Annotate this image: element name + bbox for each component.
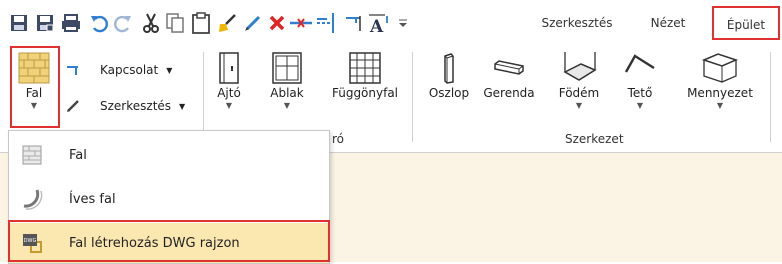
pencil-icon [67, 100, 79, 112]
szerkesztes-label: Szerkesztés [100, 99, 172, 113]
customize-qat-icon[interactable] [396, 8, 410, 38]
copy-icon[interactable] [162, 8, 188, 38]
quick-access-toolbar: A Szerkesztés Nézet Épület [0, 0, 782, 47]
separator [770, 52, 771, 142]
gerenda-button[interactable]: Gerenda [478, 48, 540, 100]
tab-nezet[interactable]: Nézet [640, 10, 696, 36]
extend-icon[interactable] [314, 8, 340, 38]
brush-icon[interactable] [214, 8, 240, 38]
save-icon[interactable] [6, 8, 32, 38]
teto-button[interactable]: Tető ▼ [618, 48, 662, 110]
brick-wall-icon [22, 145, 42, 165]
teto-label: Tető [627, 86, 653, 100]
chevron-down-icon: ▼ [283, 101, 291, 110]
text-icon[interactable]: A [368, 8, 394, 38]
menu-item-label: Fal [69, 147, 87, 163]
chevron-down-icon: ▼ [636, 101, 644, 110]
group-label-partial: ró [332, 132, 345, 146]
fal-label: Fal [25, 86, 43, 100]
fal-button[interactable]: Fal ▼ [12, 48, 56, 110]
dwg-wall-icon: DWG [23, 234, 42, 253]
slab-icon [563, 52, 597, 81]
brick-wall-icon [18, 52, 50, 84]
ablak-label: Ablak [270, 86, 304, 100]
chevron-down-icon: ▼ [166, 65, 173, 75]
print-icon[interactable] [58, 8, 84, 38]
separator [412, 52, 413, 142]
oszlop-button[interactable]: Oszlop [424, 48, 474, 100]
curved-wall-icon [23, 189, 43, 210]
tab-epulet[interactable]: Épület [712, 6, 780, 40]
chevron-down-icon: ▼ [30, 101, 38, 110]
menu-item-fal[interactable]: Fal [9, 135, 329, 175]
window-icon [272, 52, 302, 84]
chevron-down-icon: ▼ [575, 101, 583, 110]
chevron-down-icon: ▼ [179, 101, 186, 111]
fuggonyfal-label: Függönyfal [331, 86, 399, 100]
group-label-szerkezet: Szerkezet [565, 132, 624, 146]
ajto-button[interactable]: Ajtó ▼ [210, 48, 248, 110]
separator [203, 52, 204, 142]
chevron-down-icon: ▼ [716, 101, 724, 110]
fodem-button[interactable]: Födém ▼ [550, 48, 608, 110]
ablak-button[interactable]: Ablak ▼ [262, 48, 312, 110]
svg-text:A: A [369, 17, 384, 35]
mennyezet-button[interactable]: Mennyezet ▼ [680, 48, 760, 110]
redo-icon[interactable] [110, 8, 136, 38]
tab-szerkesztes[interactable]: Szerkesztés [532, 10, 622, 36]
ceiling-icon [701, 53, 739, 83]
connection-icon [67, 66, 78, 75]
dimension-icon[interactable] [342, 8, 368, 38]
cut-icon[interactable] [138, 8, 164, 38]
roof-icon [624, 54, 655, 73]
column-icon [444, 53, 454, 84]
fal-dropdown-menu: Fal Íves fal DWG Fal létrehozás DWG rajz… [8, 130, 330, 264]
menu-item-label: Íves fal [69, 191, 116, 207]
menu-item-ives-fal[interactable]: Íves fal [9, 179, 329, 219]
ajto-label: Ajtó [217, 86, 241, 100]
oszlop-label: Oszlop [428, 86, 470, 100]
chevron-down-icon: ▼ [225, 101, 233, 110]
fodem-label: Födém [558, 86, 600, 100]
menu-item-label: Fal létrehozás DWG rajzon [69, 235, 240, 251]
delete-icon[interactable] [264, 8, 290, 38]
paste-icon[interactable] [188, 8, 214, 38]
undo-icon[interactable] [86, 8, 112, 38]
fuggonyfal-button[interactable]: Függönyfal [330, 48, 400, 100]
svg-text:DWG: DWG [24, 238, 37, 244]
trim-icon[interactable] [288, 8, 314, 38]
beam-icon [494, 60, 524, 75]
curtain-wall-icon [349, 52, 381, 84]
gerenda-label: Gerenda [483, 86, 535, 100]
door-icon [219, 52, 239, 84]
kapcsolat-label: Kapcsolat [100, 63, 159, 77]
menu-item-fal-dwg[interactable]: DWG Fal létrehozás DWG rajzon [9, 223, 329, 263]
kapcsolat-button[interactable]: Kapcsolat ▼ [66, 60, 172, 80]
pencil-icon[interactable] [240, 8, 266, 38]
save-as-icon[interactable] [32, 8, 58, 38]
mennyezet-label: Mennyezet [687, 86, 753, 100]
szerkesztes-button[interactable]: Szerkesztés ▼ [66, 96, 185, 116]
